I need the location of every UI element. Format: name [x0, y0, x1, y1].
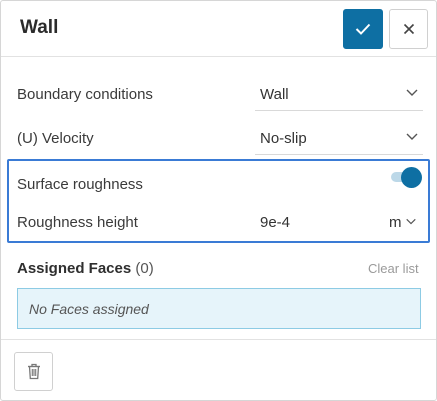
roughness-unit-value: m	[389, 214, 402, 231]
trash-icon	[27, 363, 40, 380]
velocity-value: No-slip	[260, 130, 307, 147]
roughness-height-input[interactable]: 9e-4	[260, 214, 290, 231]
assigned-faces-header: Assigned Faces (0)	[17, 260, 154, 277]
boundary-conditions-label: Boundary conditions	[17, 86, 153, 103]
panel-footer	[1, 339, 436, 400]
assigned-faces-empty-text: No Faces assigned	[29, 301, 149, 317]
chevron-down-icon	[406, 89, 418, 96]
close-button[interactable]	[389, 9, 428, 49]
assigned-faces-count: (0)	[135, 260, 154, 277]
velocity-row: (U) Velocity No-slip	[1, 117, 436, 161]
toggle-knob	[401, 167, 422, 188]
velocity-select[interactable]: No-slip	[255, 117, 423, 155]
roughness-unit-select[interactable]: m	[385, 207, 425, 237]
chevron-down-icon	[406, 218, 416, 225]
roughness-height-row: Roughness height	[1, 201, 436, 245]
panel-title: Wall	[20, 17, 59, 38]
checkmark-icon	[355, 23, 371, 35]
wall-settings-panel: Wall Boundary conditions Wall (U) Veloci…	[0, 0, 437, 401]
boundary-conditions-select[interactable]: Wall	[255, 73, 423, 111]
velocity-label: (U) Velocity	[17, 130, 94, 147]
clear-list-link[interactable]: Clear list	[368, 261, 419, 276]
assigned-faces-box[interactable]: No Faces assigned	[17, 288, 421, 329]
close-icon	[403, 23, 414, 35]
chevron-down-icon	[406, 133, 418, 140]
delete-button[interactable]	[14, 352, 53, 391]
surface-roughness-label: Surface roughness	[17, 176, 143, 193]
panel-header: Wall	[1, 1, 436, 57]
boundary-conditions-row: Boundary conditions Wall	[1, 73, 436, 117]
confirm-button[interactable]	[343, 9, 383, 49]
assigned-faces-title: Assigned Faces	[17, 260, 132, 277]
roughness-height-label: Roughness height	[17, 214, 138, 231]
boundary-conditions-value: Wall	[260, 86, 289, 103]
